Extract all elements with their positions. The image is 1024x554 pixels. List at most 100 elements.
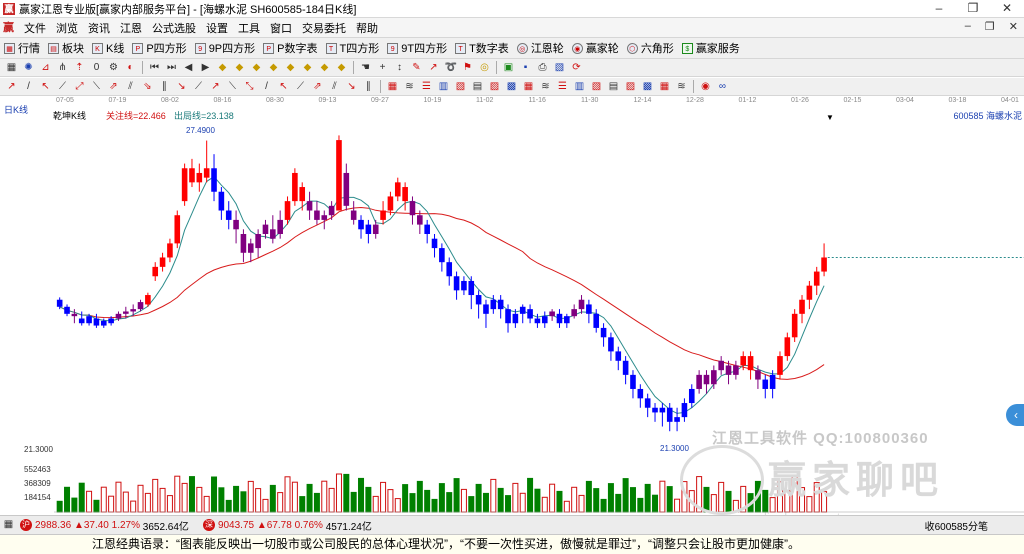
grid2-icon[interactable]: ≋ <box>540 81 552 93</box>
pen-icon[interactable]: ↘ <box>176 81 188 93</box>
toolbar-service-button[interactable]: $ 赢家服务 <box>678 40 744 56</box>
grid2-icon[interactable]: ▨ <box>489 81 501 93</box>
grid2-icon[interactable]: ▥ <box>438 81 450 93</box>
infinity-icon[interactable]: ∞ <box>717 81 729 93</box>
flag-icon[interactable]: ⚑ <box>462 62 474 74</box>
cross-icon[interactable]: + <box>377 62 389 74</box>
grid-icon[interactable]: ▦ <box>6 62 18 74</box>
grid2-icon[interactable]: ☰ <box>421 81 433 93</box>
diamond-icon[interactable]: ◆ <box>217 62 229 74</box>
refresh-icon[interactable]: ⟳ <box>571 62 583 74</box>
toolbar-kline-button[interactable]: K K线 <box>88 40 128 56</box>
menu-help[interactable]: 帮助 <box>351 20 383 36</box>
pen-icon[interactable]: ⇗ <box>312 81 324 93</box>
save-icon[interactable]: ▪ <box>520 62 532 74</box>
pen-icon[interactable]: ↗ <box>210 81 222 93</box>
grid2-icon[interactable]: ≋ <box>404 81 416 93</box>
diamond-icon[interactable]: ◆ <box>251 62 263 74</box>
diamond-icon[interactable]: ◆ <box>336 62 348 74</box>
first-icon[interactable]: ⏮ <box>149 62 161 74</box>
grid2-icon[interactable]: ▦ <box>387 81 399 93</box>
grid2-icon[interactable]: ▥ <box>574 81 586 93</box>
pen-icon[interactable]: / <box>23 81 35 93</box>
pen-icon[interactable]: ⫽ <box>329 81 341 93</box>
pen-icon[interactable]: ∥ <box>159 81 171 93</box>
pen-icon[interactable]: ⇘ <box>142 81 154 93</box>
skip-icon[interactable]: ⏭ <box>166 62 178 74</box>
minimize-button[interactable]: – <box>922 0 956 17</box>
ellipse-icon[interactable]: ◐ <box>125 62 137 74</box>
toolbar-9p-square-button[interactable]: 9 9P四方形 <box>191 40 259 56</box>
gear-icon[interactable]: ⚙ <box>108 62 120 74</box>
brain-icon[interactable]: ✺ <box>23 62 35 74</box>
pen-icon[interactable]: ⟋ <box>295 81 307 93</box>
period-label[interactable]: 日K线 <box>4 103 28 116</box>
pen-icon[interactable]: ⟋ <box>193 81 205 93</box>
menu-gann[interactable]: 江恩 <box>115 20 147 36</box>
menu-trade[interactable]: 交易委托 <box>297 20 351 36</box>
pen-icon[interactable]: ⟋ <box>57 81 69 93</box>
toolbar-quotes-button[interactable]: ▦ 行情 <box>0 40 44 56</box>
grid-icon[interactable]: ▦ <box>3 519 15 531</box>
hand-icon[interactable]: ☚ <box>360 62 372 74</box>
coin-icon[interactable]: ◎ <box>479 62 491 74</box>
grid2-icon[interactable]: ≋ <box>676 81 688 93</box>
grid2-icon[interactable]: ▦ <box>523 81 535 93</box>
prev-icon[interactable]: ◀ <box>183 62 195 74</box>
grid2-icon[interactable]: ☰ <box>557 81 569 93</box>
print-icon[interactable]: ⎙ <box>537 62 549 74</box>
up-icon[interactable]: ⇡ <box>74 62 86 74</box>
diamond-icon[interactable]: ◆ <box>268 62 280 74</box>
toolbar-gann-wheel-button[interactable]: ◎ 江恩轮 <box>513 40 568 56</box>
pen-icon[interactable]: ⟍ <box>91 81 103 93</box>
mdi-minimize-button[interactable]: – <box>965 20 971 33</box>
pen-icon[interactable]: ⫽ <box>125 81 137 93</box>
toolbar-p-square-button[interactable]: P P四方形 <box>128 40 190 56</box>
menu-news[interactable]: 资讯 <box>83 20 115 36</box>
fan-icon[interactable]: ⋔ <box>57 62 69 74</box>
menu-browse[interactable]: 浏览 <box>51 20 83 36</box>
grid2-icon[interactable]: ▩ <box>506 81 518 93</box>
ruler-icon[interactable]: ⊿ <box>40 62 52 74</box>
grid2-icon[interactable]: ▤ <box>608 81 620 93</box>
toolbar-t-square-button[interactable]: T T四方形 <box>322 40 384 56</box>
calendar-icon[interactable]: ▣ <box>503 62 515 74</box>
diamond-icon[interactable]: ◆ <box>234 62 246 74</box>
diamond-icon[interactable]: ◆ <box>302 62 314 74</box>
mdi-restore-button[interactable]: ❐ <box>985 20 995 33</box>
pen-icon[interactable]: ⤢ <box>74 81 86 93</box>
pen-icon[interactable]: ⇗ <box>108 81 120 93</box>
pen-icon[interactable]: ∥ <box>363 81 375 93</box>
menu-tools[interactable]: 工具 <box>233 20 265 36</box>
mdi-close-button[interactable]: ✕ <box>1009 20 1018 33</box>
pen-icon[interactable]: ⟍ <box>227 81 239 93</box>
arrow-icon[interactable]: ↕ <box>394 62 406 74</box>
side-expand-button[interactable]: ‹ <box>1006 404 1024 426</box>
pin-icon[interactable]: ✎ <box>411 62 423 74</box>
grid2-icon[interactable]: ▦ <box>659 81 671 93</box>
trend-icon[interactable]: ↗ <box>428 62 440 74</box>
toolbar-winner-wheel-button[interactable]: ◉ 赢家轮 <box>568 40 623 56</box>
toolbar-sector-button[interactable]: ▤ 板块 <box>44 40 88 56</box>
globe-icon[interactable]: ◉ <box>700 81 712 93</box>
pen-icon[interactable]: / <box>261 81 273 93</box>
toolbar-9t-square-button[interactable]: 9 9T四方形 <box>383 40 451 56</box>
toolbar-t-table-button[interactable]: T T数字表 <box>451 40 513 56</box>
pen-icon[interactable]: ↖ <box>40 81 52 93</box>
grid2-icon[interactable]: ▩ <box>642 81 654 93</box>
menu-file[interactable]: 文件 <box>19 20 51 36</box>
menu-settings[interactable]: 设置 <box>201 20 233 36</box>
grid2-icon[interactable]: ▨ <box>625 81 637 93</box>
spiral-icon[interactable]: ➰ <box>445 62 457 74</box>
diamond-icon[interactable]: ◆ <box>319 62 331 74</box>
grid2-icon[interactable]: ▧ <box>591 81 603 93</box>
grid2-icon[interactable]: ▤ <box>472 81 484 93</box>
open-icon[interactable]: ▧ <box>554 62 566 74</box>
pen-icon[interactable]: ↘ <box>346 81 358 93</box>
toolbar-hexagon-button[interactable]: ⬡ 六角形 <box>623 40 678 56</box>
close-button[interactable]: ✕ <box>990 0 1024 17</box>
grid2-icon[interactable]: ▧ <box>455 81 467 93</box>
diamond-icon[interactable]: ◆ <box>285 62 297 74</box>
pen-icon[interactable]: ⤡ <box>244 81 256 93</box>
tick-data-label[interactable]: 收600585分笔 <box>925 518 988 533</box>
